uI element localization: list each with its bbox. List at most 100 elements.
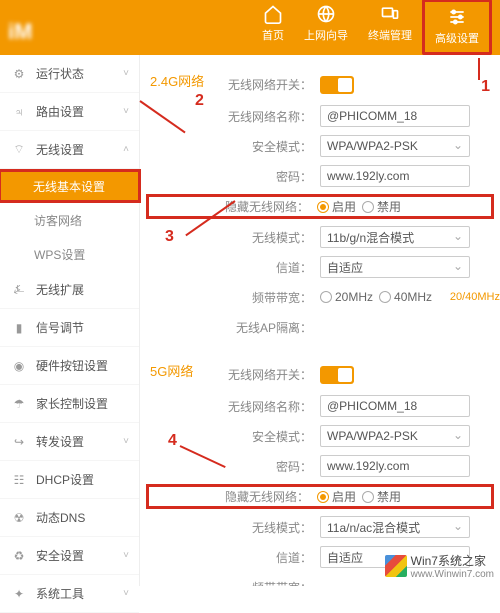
radio-bw-40-24g[interactable]: 40MHz	[379, 290, 432, 304]
radio-label: 禁用	[377, 488, 401, 505]
sidebar-item-label: 系统工具	[36, 585, 84, 602]
radio-label: 启用	[332, 198, 356, 215]
sidebar-item-system[interactable]: ✦ 系统工具 ˅	[0, 575, 139, 613]
watermark: Win7系统之家 www.Winwin7.com	[385, 552, 494, 580]
select-security-5g[interactable]: WPA/WPA2-PSK	[320, 425, 470, 447]
row-24g-name: 无线网络名称：	[150, 104, 490, 128]
switch-5g[interactable]	[320, 366, 354, 384]
label-hide-5g: 隐藏无线网络：	[151, 488, 317, 505]
wrench-icon: ✦	[10, 587, 28, 601]
sidebar-item-dhcp[interactable]: ☷DHCP设置	[0, 461, 139, 499]
label-security-5g: 安全模式：	[150, 428, 320, 445]
main-panel: 2.4G网络 无线网络开关： 无线网络名称： 安全模式： WPA/WPA2-PSK…	[140, 55, 500, 586]
chevron-down-icon: ˅	[123, 436, 129, 447]
sidebar-sub-wireless-basic[interactable]: 无线基本设置	[0, 169, 141, 203]
row-24g-apiso: 无线AP隔离：	[150, 315, 490, 339]
hw-icon: ◉	[10, 359, 28, 373]
sidebar-item-hwbtn[interactable]: ◉ 硬件按钮设置	[0, 347, 139, 385]
radio-hide-disable-24g[interactable]: 禁用	[362, 198, 401, 215]
sidebar-item-label: 硬件按钮设置	[36, 357, 108, 374]
antenna-icon: ⍼	[10, 282, 28, 297]
label-bw-5g: 频带带宽：	[150, 579, 320, 587]
sidebar: ⚙运行状态˅ ♃路由设置˅ ⌔无线设置˄ 无线基本设置 访客网络 WPS设置 ⍼…	[0, 55, 140, 586]
sidebar-item-label: DHCP设置	[36, 471, 94, 488]
select-value: 自适应	[327, 549, 363, 566]
nav-home[interactable]: 首页	[252, 0, 294, 55]
sidebar-item-status[interactable]: ⚙运行状态˅	[0, 55, 139, 93]
sidebar-sub-label: 无线基本设置	[33, 178, 105, 195]
radio-label: 启用	[332, 488, 356, 505]
section-title-5g: 5G网络	[150, 361, 220, 380]
sidebar-sub-label: 访客网络	[34, 212, 82, 229]
radio-label: 20MHz	[335, 290, 373, 304]
sidebar-item-label: 安全设置	[36, 547, 84, 564]
nav-label: 上网向导	[304, 27, 348, 43]
sidebar-item-route[interactable]: ♃路由设置˅	[0, 93, 139, 131]
sliders-icon	[446, 6, 468, 28]
select-channel-24g[interactable]: 自适应	[320, 256, 470, 278]
select-mode-24g[interactable]: 11b/g/n混合模式	[320, 226, 470, 248]
nav-label: 首页	[262, 27, 284, 43]
sidebar-item-ddns[interactable]: ☢ 动态DNS	[0, 499, 139, 537]
label-name-5g: 无线网络名称：	[150, 398, 320, 415]
header: iM 首页 上网向导 终端管理 高级设置	[0, 0, 500, 55]
watermark-logo-icon	[385, 555, 407, 577]
label-mode-24g: 无线模式：	[150, 229, 320, 246]
select-mode-5g[interactable]: 11a/n/ac混合模式	[320, 516, 470, 538]
select-value: 11a/n/ac混合模式	[327, 519, 420, 536]
radio-hide-disable-5g[interactable]: 禁用	[362, 488, 401, 505]
input-pwd-5g[interactable]	[320, 455, 470, 477]
parent-icon: ☂	[10, 397, 28, 411]
sidebar-item-security[interactable]: ♻ 安全设置 ˅	[0, 537, 139, 575]
sidebar-sub-wps[interactable]: WPS设置	[0, 237, 139, 271]
label-switch-24g: 无线网络开关：	[220, 76, 320, 93]
row-5g-mode: 无线模式：11a/n/ac混合模式	[150, 515, 490, 539]
select-value: WPA/WPA2-PSK	[327, 429, 418, 443]
sidebar-item-forward[interactable]: ↪转发设置˅	[0, 423, 139, 461]
sidebar-item-extend[interactable]: ⍼无线扩展	[0, 271, 139, 309]
row-5g-hide: 隐藏无线网络： 启用 禁用	[146, 484, 494, 509]
nav-wizard[interactable]: 上网向导	[294, 0, 358, 55]
label-hide-24g: 隐藏无线网络：	[151, 198, 317, 215]
chevron-down-icon: ˅	[123, 550, 129, 561]
row-5g-switch: 5G网络 无线网络开关：	[150, 361, 490, 388]
sidebar-item-label: 信号调节	[36, 319, 84, 336]
sidebar-item-signal[interactable]: ▮信号调节	[0, 309, 139, 347]
shield-icon: ♻	[10, 549, 28, 563]
sidebar-item-label: 路由设置	[36, 103, 84, 120]
radio-hide-enable-24g[interactable]: 启用	[317, 198, 356, 215]
label-pwd-24g: 密码：	[150, 168, 320, 185]
input-pwd-24g[interactable]	[320, 165, 470, 187]
row-5g-pwd: 密码：	[150, 454, 490, 478]
radio-label: 40MHz	[394, 290, 432, 304]
select-value: 11b/g/n混合模式	[327, 229, 414, 246]
label-name-24g: 无线网络名称：	[150, 108, 320, 125]
row-24g-switch: 2.4G网络 无线网络开关：	[150, 71, 490, 98]
input-name-5g[interactable]	[320, 395, 470, 417]
row-5g-name: 无线网络名称：	[150, 394, 490, 418]
row-24g-channel: 信道：自适应	[150, 255, 490, 279]
watermark-url: www.Winwin7.com	[411, 569, 494, 580]
route-icon: ♃	[10, 105, 28, 119]
select-value: WPA/WPA2-PSK	[327, 139, 418, 153]
nav-terminals[interactable]: 终端管理	[358, 0, 422, 55]
radio-bw-20-24g[interactable]: 20MHz	[320, 290, 373, 304]
wifi-icon: ⌔	[10, 142, 28, 157]
input-name-24g[interactable]	[320, 105, 470, 127]
label-channel-24g: 信道：	[150, 259, 320, 276]
sidebar-item-label: 动态DNS	[36, 509, 85, 526]
sidebar-sub-guest-net[interactable]: 访客网络	[0, 203, 139, 237]
sidebar-item-label: 无线设置	[36, 141, 84, 158]
label-apiso-24g: 无线AP隔离：	[150, 319, 320, 336]
sidebar-item-parent[interactable]: ☂家长控制设置	[0, 385, 139, 423]
radio-hide-enable-5g[interactable]: 启用	[317, 488, 356, 505]
sidebar-item-wireless[interactable]: ⌔无线设置˄	[0, 131, 139, 169]
nav-advanced[interactable]: 高级设置	[422, 0, 492, 55]
switch-24g[interactable]	[320, 76, 354, 94]
label-channel-5g: 信道：	[150, 549, 320, 566]
sidebar-item-label: 运行状态	[36, 65, 84, 82]
chevron-down-icon: ˅	[123, 588, 129, 599]
select-security-24g[interactable]: WPA/WPA2-PSK	[320, 135, 470, 157]
dns-icon: ☢	[10, 511, 28, 525]
label-switch-5g: 无线网络开关：	[220, 366, 320, 383]
